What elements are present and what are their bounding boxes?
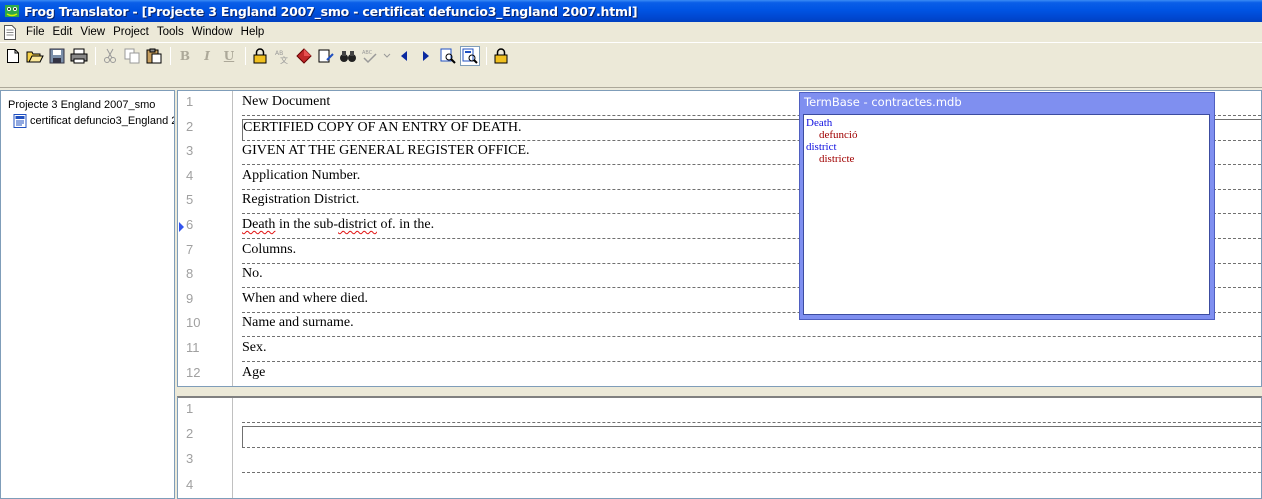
frog-translator-window: Frog Translator - [Projecte 3 England 20… (0, 0, 1262, 499)
term-source[interactable]: district (806, 141, 1207, 153)
menu-tools[interactable]: Tools (153, 26, 188, 38)
dropdown-arrow-icon[interactable] (382, 46, 392, 66)
term-translation[interactable]: districte (806, 153, 1207, 165)
window-title: Frog Translator - [Projecte 3 England 20… (24, 3, 638, 19)
html-file-icon (13, 114, 27, 128)
termbase-match: district (338, 217, 377, 232)
copy-icon[interactable] (122, 46, 142, 66)
edit-document-icon[interactable] (316, 46, 336, 66)
italic-button[interactable]: I (197, 46, 217, 66)
lock-icon[interactable] (250, 46, 270, 66)
project-tree: Projecte 3 England 2007_smo certificat d… (0, 90, 175, 499)
line-number: 4 (186, 476, 194, 492)
menu-help[interactable]: Help (237, 26, 269, 38)
termbase-match: Death (242, 217, 276, 232)
line-number: 3 (186, 143, 194, 159)
next-arrow-icon[interactable] (416, 46, 436, 66)
toolbar-separator (95, 47, 96, 65)
target-text-field[interactable] (242, 477, 1261, 498)
menu-view[interactable]: View (76, 26, 109, 38)
term-source[interactable]: Death (806, 117, 1207, 129)
cut-icon[interactable] (100, 46, 120, 66)
paste-icon[interactable] (144, 46, 164, 66)
previous-arrow-icon[interactable] (394, 46, 414, 66)
tree-file-node[interactable]: certificat defuncio3_England 2007.html (1, 113, 174, 129)
current-segment-arrow-icon (179, 222, 184, 232)
segment-text[interactable]: Age (242, 365, 1261, 386)
line-number: 1 (186, 94, 194, 109)
lock-icon[interactable] (491, 46, 511, 66)
underline-button[interactable]: U (219, 46, 239, 66)
target-text-field[interactable] (242, 451, 1261, 474)
save-icon[interactable] (47, 46, 67, 66)
zoom-document-icon[interactable] (438, 46, 458, 66)
line-number: 8 (186, 266, 194, 282)
line-number: 1 (186, 401, 194, 416)
target-segment-row[interactable]: 4 (178, 474, 1261, 498)
line-number: 10 (186, 315, 201, 331)
spellcheck-icon[interactable]: ABC (360, 46, 380, 66)
tree-project-label: Projecte 3 England 2007_smo (8, 99, 156, 111)
termbase-title: TermBase - contractes.mdb (804, 95, 962, 109)
termbase-panel[interactable]: TermBase - contractes.mdb Death defunció d… (799, 92, 1215, 320)
target-segment-row[interactable]: 2 (178, 423, 1261, 449)
segment-text[interactable]: Sex. (242, 340, 1261, 362)
toolbar: B I U AB 文 ABC (0, 43, 1262, 88)
menu-edit[interactable]: Edit (49, 26, 77, 38)
line-number: 2 (186, 426, 194, 442)
line-number: 12 (186, 364, 201, 380)
toolbar-separator (170, 47, 171, 65)
target-text-field[interactable] (242, 401, 1261, 423)
svg-text:文: 文 (280, 55, 288, 64)
term-translation[interactable]: defunció (806, 129, 1207, 141)
target-segment-row[interactable]: 1 (178, 398, 1261, 423)
open-folder-icon[interactable] (25, 46, 45, 66)
menu-window[interactable]: Window (188, 26, 237, 38)
target-segment-row[interactable]: 3 (178, 448, 1261, 474)
line-number: 4 (186, 167, 194, 183)
title-bar[interactable]: Frog Translator - [Projecte 3 England 20… (0, 0, 1262, 22)
frog-app-icon (4, 3, 20, 19)
toolbar-separator (486, 47, 487, 65)
diamond-icon[interactable] (294, 46, 314, 66)
menu-file[interactable]: File (22, 26, 49, 38)
print-icon[interactable] (69, 46, 89, 66)
svg-text:ABC: ABC (362, 50, 373, 56)
text-run: of. in the. (376, 217, 435, 232)
find-binoculars-icon[interactable] (338, 46, 358, 66)
menu-project[interactable]: Project (109, 26, 153, 38)
termbase-list: Death defunció district districte (803, 114, 1210, 315)
termbase-lookup-icon[interactable] (460, 46, 480, 66)
text-run: in the sub- (275, 217, 339, 232)
line-number: 3 (186, 451, 194, 467)
source-segment-row[interactable]: 11 Sex. (178, 337, 1261, 362)
source-segment-row[interactable]: 12 Age (178, 362, 1261, 386)
line-number: 7 (186, 241, 194, 257)
line-number: 9 (186, 290, 194, 306)
tree-project-node[interactable]: Projecte 3 England 2007_smo (1, 97, 174, 113)
new-document-icon[interactable] (3, 46, 23, 66)
translate-ab-icon[interactable]: AB 文 (272, 46, 292, 66)
target-editor-pane[interactable]: 1 2 3 4 (177, 396, 1262, 499)
tree-file-label: certificat defuncio3_England 2007.html (30, 115, 174, 127)
line-number: 6 (186, 217, 194, 232)
document-icon[interactable] (4, 24, 16, 40)
bold-button[interactable]: B (175, 46, 195, 66)
line-number: 5 (186, 192, 194, 208)
line-number: 11 (186, 340, 200, 355)
target-text-field[interactable] (242, 426, 1261, 449)
menu-bar: File Edit View Project Tools Window Help (0, 22, 1262, 43)
line-number: 2 (186, 118, 194, 134)
toolbar-separator (245, 47, 246, 65)
